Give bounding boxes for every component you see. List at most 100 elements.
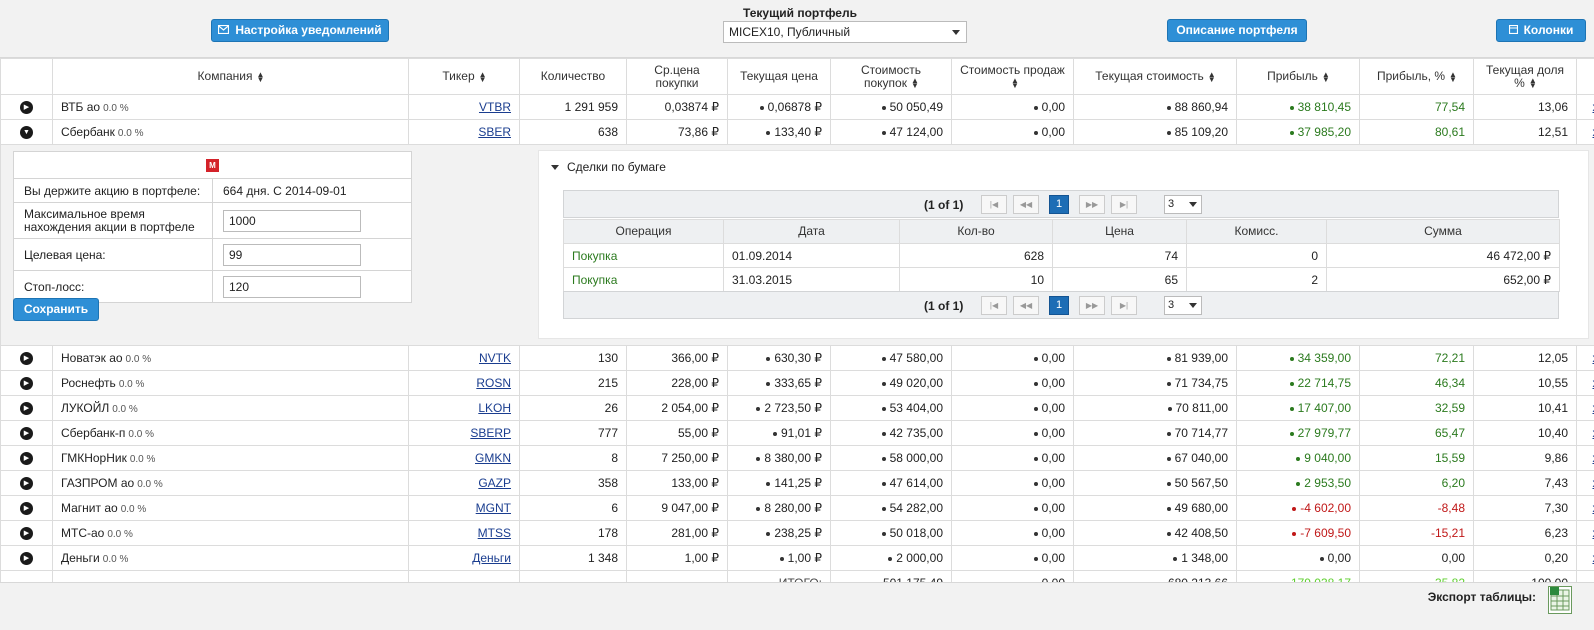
save-button[interactable]: Сохранить — [13, 298, 99, 321]
expand-icon[interactable]: ▶ — [20, 402, 33, 416]
current-value-cell: 1 348,00 — [1181, 551, 1228, 565]
share-pct-cell: 7,30 — [1473, 495, 1577, 521]
bullet-icon — [881, 456, 886, 461]
avg-price-cell: 9 047,00 ₽ — [626, 495, 728, 521]
export-label: Экспорт таблицы: — [1427, 590, 1536, 604]
company-cell: Сбербанк-п 0.0 % — [52, 420, 409, 446]
buy-cost-cell: 50 050,49 — [889, 100, 943, 114]
bullet-icon — [1166, 481, 1171, 486]
page-size-select[interactable]: 3 — [1164, 296, 1202, 315]
header-ticker[interactable]: Тикер ▲ ▼ — [408, 58, 520, 95]
header-sell-cost[interactable]: Стоимость продаж▲ ▼ — [951, 58, 1074, 95]
ticker-link[interactable]: VTBR — [479, 100, 511, 114]
buy-cost-cell: 58 000,00 — [889, 451, 943, 465]
expand-icon[interactable]: ▶ — [20, 452, 33, 466]
header-buy-cost[interactable]: Стоимость покупок ▲ ▼ — [830, 58, 952, 95]
profit-pct-cell: 65,47 — [1359, 420, 1474, 446]
page-size-select[interactable]: 3 — [1164, 195, 1202, 214]
prev-page-icon[interactable]: ◀◀ — [1013, 195, 1039, 214]
bullet-icon — [766, 381, 771, 386]
first-page-icon[interactable]: |◀ — [981, 296, 1007, 315]
table-row: ▶ Сбербанк-п 0.0 % SBERP 777 55,00 ₽ 91,01 ₽ 42… — [0, 420, 1594, 446]
header-profit-pct[interactable]: Прибыль, % ▲ ▼ — [1359, 58, 1474, 95]
company-share: 0.0 % — [107, 529, 133, 540]
bullet-icon — [779, 556, 784, 561]
ticker-link[interactable]: ROSN — [476, 376, 511, 390]
bullet-icon — [1289, 381, 1294, 386]
company-share: 0.0 % — [117, 128, 144, 139]
bullet-icon — [1033, 130, 1038, 135]
profit-pct-cell: 80,61 — [1359, 119, 1474, 145]
deal-row: Покупка 01.09.2014 628 74 0 46 472,00 ₽ — [563, 243, 1560, 268]
page-button[interactable]: 1 — [1049, 195, 1069, 214]
profit-cell: 22 714,75 — [1297, 376, 1351, 390]
sell-cost-cell: 0,00 — [1041, 526, 1065, 540]
bullet-icon — [766, 130, 771, 135]
bullet-icon — [1166, 356, 1171, 361]
expand-icon[interactable]: ▶ — [20, 427, 33, 441]
table-row: ▶ Роснефть 0.0 % ROSN 215 228,00 ₽ 333,65 ₽ 49 … — [0, 370, 1594, 396]
header-current-value[interactable]: Текущая стоимость ▲ ▼ — [1073, 58, 1237, 95]
header-share-pct[interactable]: Текущая доля % ▲ ▼ — [1473, 58, 1577, 95]
company-share: 0.0 % — [103, 103, 129, 114]
bullet-icon — [881, 431, 886, 436]
ticker-link[interactable]: NVTK — [479, 351, 511, 365]
portfolio-select[interactable]: MICEX10, Публичный — [723, 21, 967, 43]
stop-loss-input[interactable]: 120 — [223, 275, 361, 298]
deals-pager-bottom: (1 of 1) |◀ ◀◀ 1 ▶▶ ▶| 3 — [563, 291, 1559, 319]
first-page-icon[interactable]: |◀ — [981, 195, 1007, 214]
avg-price-cell: 55,00 ₽ — [626, 420, 728, 446]
deals-toggle[interactable]: Сделки по бумаге — [551, 160, 666, 174]
max-time-label: Максимальное время нахождения акции в по… — [14, 203, 213, 238]
collapse-icon[interactable]: ▼ — [20, 126, 33, 140]
ticker-link[interactable]: SBERP — [470, 426, 511, 440]
company-share: 0.0 % — [118, 379, 145, 390]
last-page-icon[interactable]: ▶| — [1111, 195, 1137, 214]
portfolio-table: Компания ▲ ▼ Тикер ▲ ▼ Количество Ср.цена по… — [0, 58, 1594, 596]
ticker-link[interactable]: LKOH — [478, 401, 511, 415]
next-page-icon[interactable]: ▶▶ — [1079, 296, 1105, 315]
page-button[interactable]: 1 — [1049, 296, 1069, 315]
ticker-link[interactable]: GMKN — [475, 451, 511, 465]
bullet-icon — [881, 531, 886, 536]
buy-cost-cell: 47 580,00 — [889, 351, 943, 365]
max-time-input[interactable]: 1000 — [223, 209, 361, 232]
expand-icon[interactable]: ▶ — [20, 552, 33, 566]
columns-button[interactable]: Колонки — [1496, 19, 1586, 42]
expand-icon[interactable]: ▶ — [20, 527, 33, 541]
share-pct-cell: 6,23 — [1473, 520, 1577, 546]
ticker-link[interactable]: MGNT — [476, 501, 511, 515]
ticker-link[interactable]: SBER — [478, 125, 511, 139]
avg-price-cell: 0,03874 ₽ — [626, 94, 728, 120]
sell-cost-cell: 0,00 — [1041, 376, 1065, 390]
target-price-input[interactable]: 99 — [223, 243, 361, 266]
header-company[interactable]: Компания ▲ ▼ — [52, 58, 409, 95]
table-row: ▶ ВТБ ао 0.0 % VTBR 1 291 959 0,03874 ₽ 0,0687… — [0, 94, 1594, 120]
excel-export-icon[interactable] — [1548, 586, 1572, 614]
sort-icon: ▲ ▼ — [1449, 69, 1457, 84]
last-page-icon[interactable]: ▶| — [1111, 296, 1137, 315]
ticker-link[interactable]: GAZP — [478, 476, 511, 490]
portfolio-description-button[interactable]: Описание портфеля — [1167, 19, 1307, 42]
bullet-icon — [1033, 105, 1038, 110]
header-profit[interactable]: Прибыль ▲ ▼ — [1236, 58, 1360, 95]
bullet-icon — [756, 456, 761, 461]
deal-col-sum: Сумма — [1326, 219, 1560, 244]
expand-icon[interactable]: ▶ — [20, 101, 33, 115]
notification-settings-button[interactable]: Настройка уведомлений — [211, 19, 389, 42]
prev-page-icon[interactable]: ◀◀ — [1013, 296, 1039, 315]
quantity-cell: 358 — [519, 470, 627, 496]
next-page-icon[interactable]: ▶▶ — [1079, 195, 1105, 214]
company-share: 0.0 % — [112, 404, 138, 415]
ticker-link[interactable]: MTSS — [478, 526, 511, 540]
profit-pct-cell: 15,59 — [1359, 445, 1474, 471]
expand-icon[interactable]: ▶ — [20, 377, 33, 391]
quantity-cell: 130 — [519, 345, 627, 371]
profit-cell: -7 609,50 — [1300, 526, 1351, 540]
sell-cost-cell: 0,00 — [1041, 501, 1065, 515]
expand-icon[interactable]: ▶ — [20, 477, 33, 491]
ticker-link[interactable]: Деньги — [472, 551, 511, 565]
expand-icon[interactable]: ▶ — [20, 502, 33, 516]
share-pct-cell: 7,43 — [1473, 470, 1577, 496]
expand-icon[interactable]: ▶ — [20, 352, 33, 366]
